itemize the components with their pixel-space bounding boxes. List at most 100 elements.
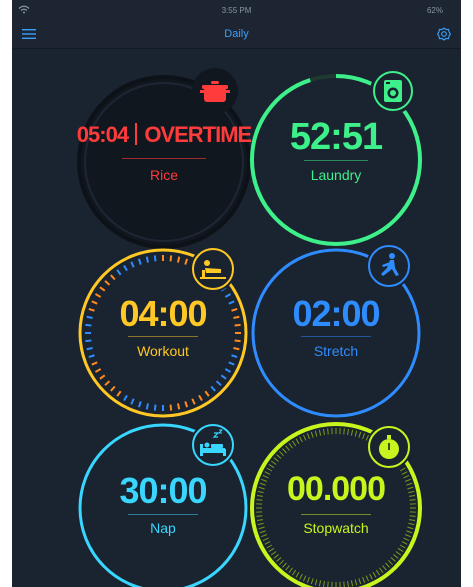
battery-level: 62% [426, 6, 443, 15]
tick-mark [299, 436, 303, 443]
gear-icon[interactable] [437, 27, 451, 41]
tick-mark [362, 576, 366, 583]
tick-mark [279, 451, 285, 457]
tick-mark [362, 433, 366, 440]
tick-mark [347, 581, 350, 587]
tick-mark [264, 541, 271, 545]
laundry-icon-badge [370, 68, 416, 114]
tick-mark [375, 569, 380, 576]
tick-mark [276, 454, 282, 459]
tick-mark [358, 431, 362, 438]
tick-mark [123, 394, 128, 402]
bed-icon [192, 424, 234, 466]
tick-mark [322, 581, 325, 587]
workout-label: Workout [137, 343, 189, 359]
timer-stretch[interactable]: 02:00 Stretch [246, 243, 426, 423]
tick-mark [347, 428, 350, 435]
workout-icon-badge [190, 246, 236, 292]
tick-mark [295, 571, 300, 578]
tick-mark [382, 565, 387, 571]
tick-mark [270, 551, 277, 556]
stretch-underline [301, 336, 371, 337]
tick-mark [314, 579, 318, 586]
timer-nap[interactable]: 30:00 Nap [73, 418, 253, 587]
tick-mark [137, 258, 142, 265]
tick-mark [393, 554, 399, 559]
timer-laundry[interactable]: 52:51 Laundry [246, 68, 426, 250]
tick-mark [145, 256, 150, 263]
tick-mark [385, 562, 390, 568]
tick-mark [303, 434, 307, 441]
tick-mark [198, 394, 203, 402]
tick-mark [228, 361, 235, 366]
laundry-time: 52:51 [289, 116, 383, 158]
tick-mark [372, 571, 377, 578]
rice-status: OVERTIME [144, 122, 252, 147]
rice-underline [122, 158, 206, 159]
tick-mark [365, 575, 369, 582]
tick-mark [210, 385, 216, 392]
stretch-time: 02:00 [292, 293, 380, 334]
timer-workout[interactable]: 04:00 Workout [73, 243, 253, 423]
tick-mark [169, 404, 173, 411]
tick-mark [285, 445, 290, 451]
tick-mark [318, 580, 322, 587]
tick-mark [268, 547, 275, 552]
timer-rice[interactable]: 05:04 OVERTIME Rice [74, 68, 254, 252]
tick-mark [91, 361, 98, 366]
tick-mark [116, 269, 122, 276]
tick-mark [184, 258, 189, 265]
stretch-label: Stretch [313, 343, 359, 359]
tick-mark [224, 368, 232, 373]
tick-mark [270, 460, 277, 465]
rice-time-row: 05:04 OVERTIME [74, 122, 254, 148]
tick-mark [288, 567, 293, 574]
tick-mark [104, 280, 111, 286]
washing-machine-icon [373, 71, 413, 111]
tick-mark [343, 581, 345, 587]
tick-mark [99, 286, 106, 292]
rice-icon-badge [192, 68, 238, 114]
tick-mark [273, 554, 279, 559]
page-title: Daily [224, 28, 249, 40]
tick-mark [99, 374, 106, 380]
stopwatch-time: 00.000 [287, 470, 386, 508]
tick-mark [314, 430, 318, 437]
stretch-icon-badge [366, 243, 412, 289]
tick-mark [292, 440, 297, 447]
tick-mark [266, 544, 273, 549]
nap-label: Nap [150, 520, 176, 536]
tick-mark [153, 404, 157, 411]
rice-divider [135, 123, 138, 145]
tick-mark [104, 380, 111, 386]
app-screen: 3:55 PM 62% Daily 05:04 OVERTIME Rice 52… [12, 0, 461, 587]
tick-mark [191, 398, 196, 405]
tick-mark [276, 557, 282, 562]
timer-stopwatch[interactable]: 00.000 Stopwatch [246, 418, 426, 587]
tick-mark [327, 581, 329, 587]
tick-mark [354, 579, 358, 586]
status-time: 3:55 PM [221, 6, 252, 15]
tick-mark [116, 390, 122, 397]
workout-underline [128, 336, 198, 337]
workout-time: 04:00 [119, 293, 207, 334]
tick-mark [169, 255, 173, 262]
tick-mark [327, 428, 329, 435]
nap-time: 30:00 [119, 470, 207, 511]
status-bar: 3:55 PM 62% [12, 0, 461, 20]
tick-mark [282, 448, 287, 454]
tick-mark [176, 403, 181, 410]
nap-underline [128, 514, 198, 515]
tick-mark [390, 557, 396, 562]
tick-mark [387, 559, 393, 565]
tick-mark [204, 390, 210, 397]
tick-mark [176, 256, 181, 263]
tick-mark [130, 261, 135, 268]
tick-mark [279, 559, 285, 565]
tick-mark [306, 433, 310, 440]
pot-icon [200, 81, 230, 102]
tick-mark [285, 565, 290, 571]
tick-mark [379, 567, 384, 574]
tick-mark [350, 429, 354, 436]
nap-icon-badge [190, 422, 236, 468]
